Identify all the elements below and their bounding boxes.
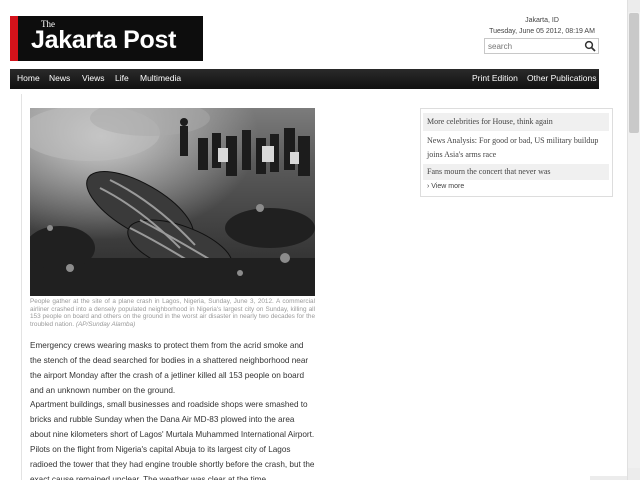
datetime-label: Tuesday, June 05 2012, 08:19 AM	[489, 28, 595, 35]
article-paragraph: Emergency crews wearing masks to protect…	[30, 341, 309, 395]
nav-multimedia[interactable]: Multimedia	[140, 73, 181, 83]
view-more-label: View more	[431, 183, 465, 190]
location-label: Jakarta, ID	[525, 17, 559, 24]
nav-print-edition[interactable]: Print Edition	[472, 73, 518, 83]
nav-other-publications[interactable]: Other Publications	[527, 73, 596, 83]
related-news-link[interactable]: News Analysis: For good or bad, US milit…	[423, 133, 609, 163]
search-box	[484, 38, 599, 54]
status-strip	[590, 476, 627, 480]
related-news-link[interactable]: Fans mourn the concert that never was	[423, 164, 609, 180]
page-scrollbar[interactable]	[627, 0, 640, 480]
search-icon[interactable]	[584, 40, 596, 52]
site-logo[interactable]: The Jakarta Post	[10, 16, 203, 61]
column-divider	[21, 94, 22, 480]
nav-news[interactable]: News	[49, 73, 70, 83]
view-more-link[interactable]: › View more	[427, 183, 464, 190]
nav-life[interactable]: Life	[115, 73, 129, 83]
scroll-down-icon[interactable]	[628, 468, 640, 480]
nav-home[interactable]: Home	[17, 73, 40, 83]
photo-caption: People gather at the site of a plane cra…	[30, 298, 315, 328]
related-news-box: More celebrities for House, think again …	[420, 108, 613, 197]
article-photo	[30, 108, 315, 296]
related-news-link[interactable]: More celebrities for House, think again	[423, 113, 609, 131]
caption-text: People gather at the site of a plane cra…	[30, 298, 315, 328]
nav-views[interactable]: Views	[82, 73, 105, 83]
scrollbar-thumb[interactable]	[629, 13, 639, 133]
logo-title: Jakarta Post	[31, 26, 177, 54]
main-nav: Home News Views Life Multimedia Print Ed…	[10, 69, 599, 89]
caption-credit: (AP/Sunday Alamba)	[75, 320, 136, 328]
logo-red-bar	[10, 16, 18, 61]
search-input[interactable]	[485, 39, 580, 53]
article-paragraph: Apartment buildings, small businesses an…	[30, 400, 315, 439]
article-paragraph: Pilots on the flight from Nigeria's capi…	[30, 445, 315, 480]
scroll-up-icon[interactable]	[628, 0, 640, 12]
